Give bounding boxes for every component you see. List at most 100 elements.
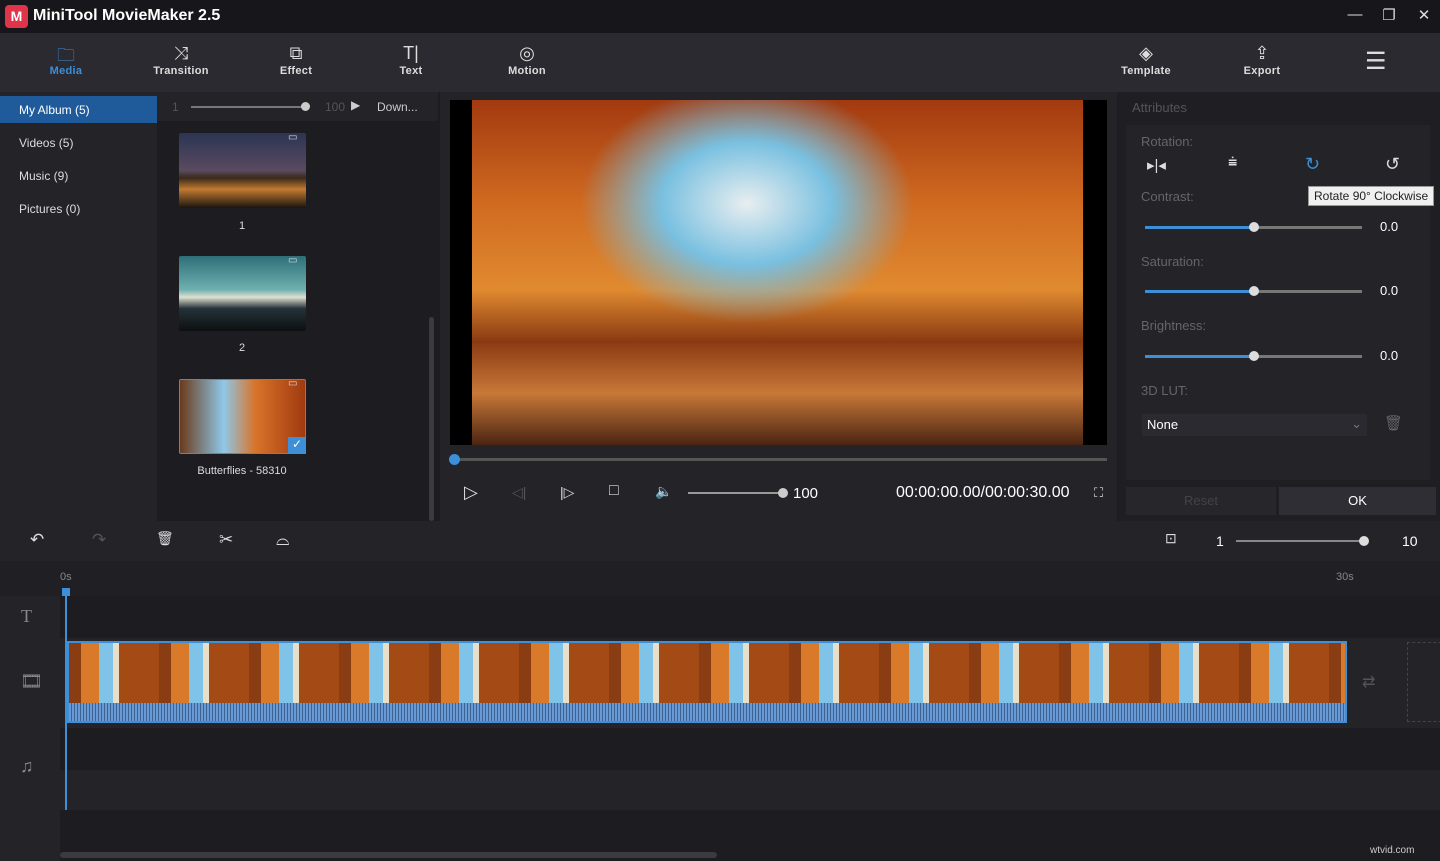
clip-frames <box>69 643 1345 703</box>
effect-icon: ⧉ <box>289 43 303 63</box>
media-thumbnail-2[interactable] <box>179 256 306 331</box>
film-track-icon: 🎞 <box>20 671 43 691</box>
rotate-counterclockwise-icon[interactable]: ↺ <box>1385 154 1400 175</box>
brightness-slider[interactable] <box>1145 351 1362 361</box>
button-label: Template <box>1121 65 1171 77</box>
flip-vertical-icon[interactable]: ⩧ <box>1228 154 1237 172</box>
timeline-ruler[interactable]: 0s 30s <box>0 561 1440 596</box>
export-icon: ⇪ <box>1254 43 1270 63</box>
menu-icon[interactable]: ☰ <box>1365 47 1387 76</box>
export-button[interactable]: ⇪ Export <box>1217 33 1307 92</box>
timeline-zoom-min: 1 <box>1216 533 1224 549</box>
trash-icon[interactable]: 🗑 <box>1384 414 1403 432</box>
sidebar-item-music[interactable]: Music (9) <box>0 162 157 189</box>
ruler-end-label: 30s <box>1336 571 1354 583</box>
flip-horizontal-icon[interactable]: ▸|◂ <box>1147 156 1166 174</box>
preview-panel: ▷ ◁| |▷ □ 🔈 100 00:00:00.00/00:00:30.00 … <box>440 92 1117 521</box>
drop-zone[interactable] <box>1407 642 1440 722</box>
transition-icon: ⤨ <box>173 43 189 63</box>
media-thumbnail-3[interactable] <box>179 379 306 454</box>
saturation-slider[interactable] <box>1145 286 1362 296</box>
attributes-panel: Attributes Rotation: ▸|◂ ⩧ ↻ ↺ Contrast:… <box>1118 92 1440 521</box>
template-button[interactable]: ◈ Template <box>1101 33 1191 92</box>
undo-icon[interactable]: ↶ <box>30 530 44 550</box>
watermark: wtvid.com <box>1370 845 1415 856</box>
previous-frame-button[interactable]: ◁| <box>512 484 526 501</box>
lut-select[interactable]: None ⌄ <box>1142 414 1367 436</box>
thumbnail-size-slider[interactable] <box>191 102 310 111</box>
play-button[interactable]: ▷ <box>464 482 478 503</box>
video-preview <box>450 100 1107 445</box>
sidebar-item-my-album[interactable]: My Album (5) <box>0 96 157 123</box>
speed-icon[interactable]: ⌓ <box>276 530 289 550</box>
media-thumbnail-1[interactable] <box>179 133 306 208</box>
motion-icon: ◎ <box>519 43 535 63</box>
fullscreen-icon[interactable]: ⛶ <box>1094 485 1103 501</box>
download-icon: ▶ <box>351 98 361 112</box>
audio-track-2[interactable] <box>60 770 1440 810</box>
delete-icon[interactable]: 🗑 <box>156 530 174 547</box>
lut-value: None <box>1147 417 1179 432</box>
redo-icon[interactable]: ↷ <box>92 530 106 550</box>
sidebar-item-pictures[interactable]: Pictures (0) <box>0 195 157 222</box>
tab-effect[interactable]: ⧉ Effect <box>251 33 341 92</box>
minimize-button[interactable]: — <box>1343 6 1367 26</box>
rotate-clockwise-icon[interactable]: ↻ <box>1305 154 1320 175</box>
contrast-slider[interactable] <box>1145 222 1362 232</box>
text-track-icon: T <box>21 606 32 626</box>
ruler-start-label: 0s <box>60 571 72 583</box>
media-label: 2 <box>238 342 246 354</box>
download-link[interactable]: Down... <box>377 100 418 114</box>
main-toolbar: 🗀 Media ⤨ Transition ⧉ Effect T| Text ◎ Motio… <box>0 33 1440 92</box>
transition-slot-icon[interactable]: ⇄ <box>1362 672 1375 692</box>
rotation-label: Rotation: <box>1141 134 1194 149</box>
playback-progress[interactable] <box>449 454 1107 465</box>
tab-media[interactable]: 🗀 Media <box>21 33 111 92</box>
app-logo: M <box>5 5 28 28</box>
ok-button[interactable]: OK <box>1279 487 1436 515</box>
video-frame <box>472 100 1083 445</box>
timeline-toolbar: ↶ ↷ 🗑 ✂ ⌓ ⊡ 1 10 <box>0 521 1440 561</box>
tab-label: Motion <box>508 65 546 77</box>
timeline-scrollbar[interactable] <box>60 852 717 858</box>
time-display: 00:00:00.00/00:00:30.00 <box>896 484 1070 501</box>
tab-text[interactable]: T| Text <box>366 33 456 92</box>
template-icon: ◈ <box>1139 43 1153 63</box>
timeline-zoom-max: 10 <box>1402 533 1418 549</box>
scissors-icon[interactable]: ✂ <box>219 530 233 550</box>
title-bar: M MiniTool MovieMaker 2.5 — ❐ ✕ <box>0 0 1440 33</box>
contrast-label: Contrast: <box>1141 189 1194 204</box>
selected-checkbox[interactable]: ✓ <box>288 437 306 454</box>
media-label: 1 <box>238 220 246 232</box>
next-frame-button[interactable]: |▷ <box>560 484 574 501</box>
timeline-zoom-slider[interactable] <box>1236 536 1369 546</box>
brightness-label: Brightness: <box>1141 318 1207 333</box>
volume-slider[interactable] <box>688 488 788 498</box>
volume-icon[interactable]: 🔈 <box>655 483 672 500</box>
button-label: Export <box>1243 65 1281 77</box>
stop-button[interactable]: □ <box>609 482 619 500</box>
restore-button[interactable]: ❐ <box>1377 6 1401 26</box>
tab-label: Transition <box>153 65 209 77</box>
text-track[interactable] <box>60 596 1440 638</box>
text-icon: T| <box>403 43 419 63</box>
tab-label: Effect <box>279 65 313 77</box>
close-button[interactable]: ✕ <box>1412 6 1436 26</box>
video-icon: ▭ <box>288 132 298 143</box>
reset-button[interactable]: Reset <box>1126 487 1276 515</box>
media-scrollbar[interactable] <box>429 317 434 521</box>
track-headers: T 🎞 ♫ <box>0 596 60 861</box>
lut-label: 3D LUT: <box>1141 383 1188 398</box>
video-icon: ▭ <box>288 255 298 266</box>
zoom-max-label: 100 <box>325 100 346 114</box>
tab-motion[interactable]: ◎ Motion <box>482 33 572 92</box>
audio-track[interactable] <box>60 728 1440 770</box>
fit-timeline-icon[interactable]: ⊡ <box>1165 530 1177 547</box>
video-clip[interactable] <box>67 641 1347 723</box>
playhead[interactable] <box>62 588 70 810</box>
tab-transition[interactable]: ⤨ Transition <box>136 33 226 92</box>
tab-label: Text <box>399 65 423 77</box>
media-zoom-bar: 1 100 ▶ Down... <box>157 92 438 121</box>
brightness-value: 0.0 <box>1380 348 1399 363</box>
sidebar-item-videos[interactable]: Videos (5) <box>0 129 157 156</box>
